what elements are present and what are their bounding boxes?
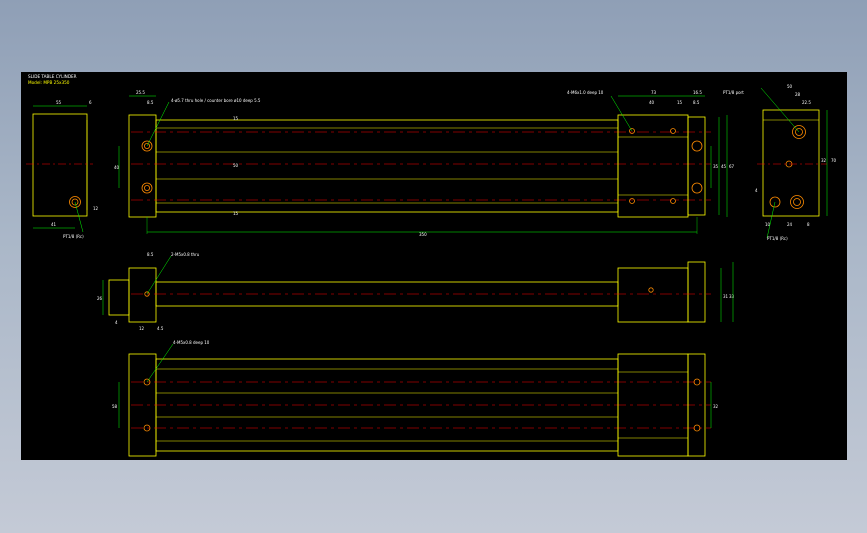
side-base-left <box>108 279 130 316</box>
dim-22-5: 22.5 <box>802 100 811 105</box>
leader-port-right <box>766 201 776 239</box>
dim-24: 24 <box>787 222 793 227</box>
dim-16-5: 16.5 <box>693 90 702 95</box>
side-slide-block <box>617 267 689 323</box>
dim-8-5-side: 8.5 <box>147 252 154 257</box>
slide-block <box>617 114 689 218</box>
leader-bottom-holes <box>146 343 174 383</box>
leader-slide-holes <box>610 95 633 132</box>
dim-50-right: 50 <box>787 84 793 89</box>
dim-58: 58 <box>112 404 118 409</box>
mount-hole-2 <box>141 182 153 194</box>
cylinder-body <box>155 119 619 213</box>
right-end-port-3 <box>790 195 804 209</box>
mount-hole-2-inner <box>144 185 151 192</box>
title-line-2: Model: MPB 25x350 <box>28 80 70 85</box>
leader-left-holes <box>146 101 170 147</box>
dim-35: 35 <box>713 164 719 169</box>
dim-15-a: 15 <box>233 116 239 121</box>
side-hole-right <box>648 287 654 293</box>
dim-4: 4 <box>755 188 758 193</box>
bottom-view: 4-M5x0.8 deep 10 58 32 <box>112 340 719 457</box>
dim-350: 350 <box>419 232 427 237</box>
side-end-plate-right <box>687 261 706 323</box>
end-hole-1 <box>691 140 703 152</box>
dim-55: 55 <box>56 100 62 105</box>
dim-33: 33 <box>729 294 735 299</box>
dim-8-5-right: 8.5 <box>693 100 700 105</box>
dim-25-5: 25.5 <box>136 90 145 95</box>
slide-hole-3 <box>629 198 635 204</box>
dim-4-side: 4 <box>115 320 118 325</box>
dim-8-5: 8.5 <box>147 100 154 105</box>
title-line-1: SLIDE TABLE CYLINDER <box>28 74 77 79</box>
dim-50-mid: 50 <box>233 163 239 168</box>
dim-15-b: 15 <box>233 211 239 216</box>
dim-73: 73 <box>651 90 657 95</box>
dim-70: 70 <box>831 158 837 163</box>
drawing-canvas: SLIDE TABLE CYLINDER Model: MPB 25x350 5… <box>21 72 847 460</box>
dim-67: 67 <box>729 164 735 169</box>
left-end-block <box>32 113 88 217</box>
dim-45: 45 <box>721 164 727 169</box>
dim-32b: 32 <box>713 404 719 409</box>
side-end-plate-left <box>128 267 157 323</box>
dim-14: 12 <box>139 326 145 331</box>
dim-12: 12 <box>93 206 99 211</box>
top-view: 55 6 41 12 PT1/8 (Rc) 4-ø5.7 thru hole /… <box>26 84 837 241</box>
dim-41: 41 <box>51 222 57 227</box>
slide-hole-2 <box>670 128 676 134</box>
right-end-port-4 <box>793 198 801 206</box>
note-right-ports: PT1/8 port <box>723 90 744 95</box>
slide-hole-4 <box>670 198 676 204</box>
dim-15-top: 15 <box>677 100 683 105</box>
note-slide-holes: 4-M6x1.0 deep 10 <box>567 90 604 95</box>
note-bottom-holes: 4-M5x0.8 deep 10 <box>173 340 210 345</box>
leader-port-left <box>74 201 84 233</box>
leader-front-holes <box>146 255 172 295</box>
dim-40-top: 40 <box>649 100 655 105</box>
dim-28: 28 <box>795 92 801 97</box>
dim-4-5: 4.5 <box>157 326 164 331</box>
dim-8: 8 <box>807 222 810 227</box>
dim-6-left: 6 <box>89 100 92 105</box>
dim-26: 26 <box>97 296 103 301</box>
note-front-holes: 2-M5x0.8 thru <box>171 252 200 257</box>
dim-31: 31 <box>723 294 729 299</box>
note-left-holes: 4-ø5.7 thru hole / counter bore ø10 deep… <box>171 98 261 103</box>
dim-40-left: 40 <box>114 165 120 170</box>
end-hole-2 <box>691 182 703 194</box>
note-port-right: PT1/8 (Rc) <box>767 236 788 241</box>
note-port-left: PT1/8 (Rc) <box>63 234 84 239</box>
end-plate-left <box>128 114 157 218</box>
side-view: 2-M5x0.8 thru 8.5 26 4 12 4.5 31 33 <box>97 252 735 331</box>
dim-32: 32 <box>821 158 827 163</box>
cad-drawing: SLIDE TABLE CYLINDER Model: MPB 25x350 5… <box>26 74 837 457</box>
